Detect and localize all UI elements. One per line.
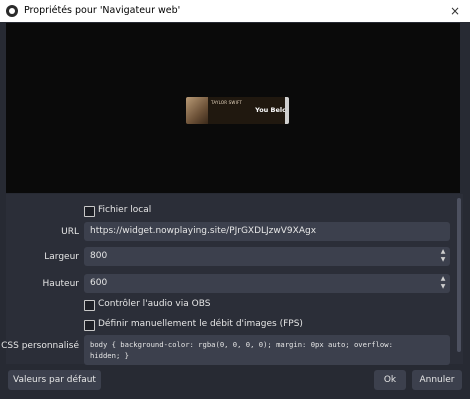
artist-name: TAYLOR SWIFT <box>211 100 243 105</box>
local-file-checkbox[interactable] <box>84 206 95 217</box>
css-line-1: body { background-color: rgba(0, 0, 0, 0… <box>90 340 393 349</box>
spin-up-icon[interactable]: ▲ <box>439 276 447 282</box>
song-title: You Belc <box>255 106 286 114</box>
local-file-label: Fichier local <box>98 205 152 215</box>
defaults-button[interactable]: Valeurs par défaut <box>8 370 101 390</box>
width-label: Largeur <box>44 252 79 262</box>
custom-css-label: CSS personnalisé <box>1 341 79 351</box>
cancel-button[interactable]: Annuler <box>412 370 462 390</box>
manual-fps-label: Définir manuellement le débit d'images (… <box>98 319 303 329</box>
browser-source-preview: TAYLOR SWIFT You Belc <box>6 23 460 193</box>
ok-button[interactable]: Ok <box>374 370 406 390</box>
height-spinbox[interactable]: 600 ▲ ▼ <box>84 274 450 293</box>
url-label: URL <box>61 227 79 237</box>
obs-logo-icon <box>6 5 18 17</box>
spin-down-icon[interactable]: ▼ <box>439 257 447 263</box>
url-input[interactable]: https://widget.nowplaying.site/PJrGXDLJz… <box>84 222 450 241</box>
properties-scrollbar[interactable] <box>455 194 463 364</box>
css-line-2: hidden; } <box>90 351 129 360</box>
window-title: Propriétés pour 'Navigateur web' <box>24 5 181 16</box>
height-label: Hauteur <box>42 279 79 289</box>
album-art <box>186 97 208 124</box>
scrollbar-thumb[interactable] <box>457 198 461 352</box>
spin-down-icon[interactable]: ▼ <box>439 284 447 290</box>
custom-css-textarea[interactable]: body { background-color: rgba(0, 0, 0, 0… <box>84 335 450 365</box>
title-bar: Propriétés pour 'Navigateur web' × <box>0 0 470 22</box>
spin-up-icon[interactable]: ▲ <box>439 249 447 255</box>
height-value: 600 <box>90 278 108 288</box>
control-audio-checkbox[interactable] <box>84 300 95 311</box>
control-audio-label: Contrôler l'audio via OBS <box>98 299 211 309</box>
width-value: 800 <box>90 251 108 261</box>
close-icon[interactable]: × <box>440 0 470 22</box>
manual-fps-checkbox[interactable] <box>84 320 95 331</box>
widget-edge <box>285 97 289 124</box>
now-playing-widget: TAYLOR SWIFT You Belc <box>186 97 289 124</box>
width-spinbox[interactable]: 800 ▲ ▼ <box>84 247 450 266</box>
